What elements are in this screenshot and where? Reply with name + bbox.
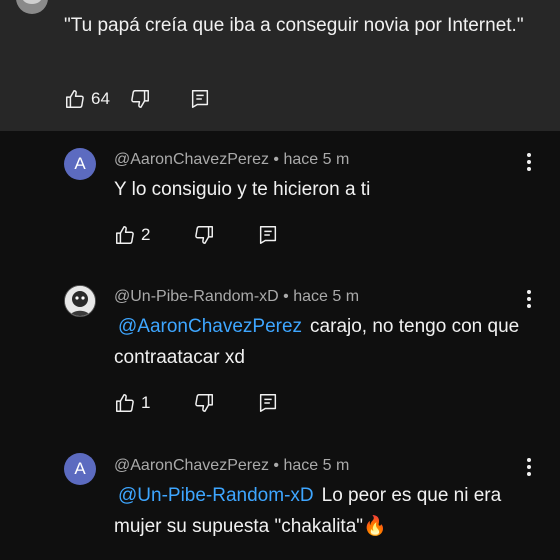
like-button[interactable]: 64 xyxy=(64,88,111,110)
author-name[interactable]: @AaronChavezPerez xyxy=(114,457,269,474)
more-vertical-icon xyxy=(526,457,532,482)
dislike-button[interactable] xyxy=(193,224,215,246)
mention-link[interactable]: @AaronChavezPerez xyxy=(118,316,302,337)
author-name[interactable]: @Un-Pibe-Random-xD xyxy=(114,288,279,305)
mention-link[interactable]: @Un-Pibe-Random-xD xyxy=(118,485,314,506)
reply-icon xyxy=(257,392,279,414)
reply-button[interactable] xyxy=(257,392,279,414)
dislike-button[interactable] xyxy=(193,392,215,414)
timestamp: hace 5 m xyxy=(283,457,350,474)
more-vertical-icon xyxy=(526,152,532,177)
comment-actions: 1 xyxy=(114,390,279,416)
reply-button[interactable] xyxy=(257,224,279,246)
comment-actions: 64 xyxy=(64,86,211,112)
avatar[interactable] xyxy=(16,0,48,14)
comment-text: Y lo consiguio y te hicieron a ti xyxy=(114,174,524,205)
comment-text: @Un-Pibe-Random-xD Lo peor es que ni era … xyxy=(114,480,524,542)
more-options-button[interactable] xyxy=(519,152,539,177)
comment-body: Y lo consiguio y te hicieron a ti xyxy=(114,179,371,200)
thumbs-up-icon xyxy=(114,224,136,246)
reply-icon xyxy=(257,224,279,246)
author-name[interactable]: @AaronChavezPerez xyxy=(114,151,269,168)
more-options-button[interactable] xyxy=(519,457,539,482)
more-options-button[interactable] xyxy=(519,289,539,314)
dislike-button[interactable] xyxy=(129,88,151,110)
parent-comment: "Tu papá creía que iba a conseguir novia… xyxy=(0,0,560,131)
avatar[interactable] xyxy=(64,285,96,317)
thumbs-down-icon xyxy=(129,88,151,110)
comment-header: @AaronChavezPerez • hace 5 m xyxy=(114,457,350,474)
more-vertical-icon xyxy=(526,289,532,314)
reply-button[interactable] xyxy=(189,88,211,110)
avatar[interactable]: A xyxy=(64,453,96,485)
like-count: 1 xyxy=(141,393,151,412)
comment-text: @AaronChavezPerez carajo, no tengo con qu… xyxy=(114,311,524,373)
reply-icon xyxy=(189,88,211,110)
like-button[interactable]: 2 xyxy=(114,224,161,246)
like-count: 2 xyxy=(141,225,151,244)
timestamp: hace 5 m xyxy=(283,151,350,168)
comment-header: @AaronChavezPerez • hace 5 m xyxy=(114,151,350,168)
comment-actions: 2 xyxy=(114,222,279,248)
thumbs-down-icon xyxy=(193,224,215,246)
avatar[interactable]: A xyxy=(64,148,96,180)
like-count: 64 xyxy=(91,89,110,108)
thumbs-down-icon xyxy=(193,392,215,414)
avatar-image xyxy=(65,286,95,316)
comment-text: "Tu papá creía que iba a conseguir novia… xyxy=(64,15,524,36)
thumbs-up-icon xyxy=(64,88,86,110)
timestamp: hace 5 m xyxy=(293,288,360,305)
like-button[interactable]: 1 xyxy=(114,392,161,414)
comment-header: @Un-Pibe-Random-xD • hace 5 m xyxy=(114,288,360,305)
thumbs-up-icon xyxy=(114,392,136,414)
